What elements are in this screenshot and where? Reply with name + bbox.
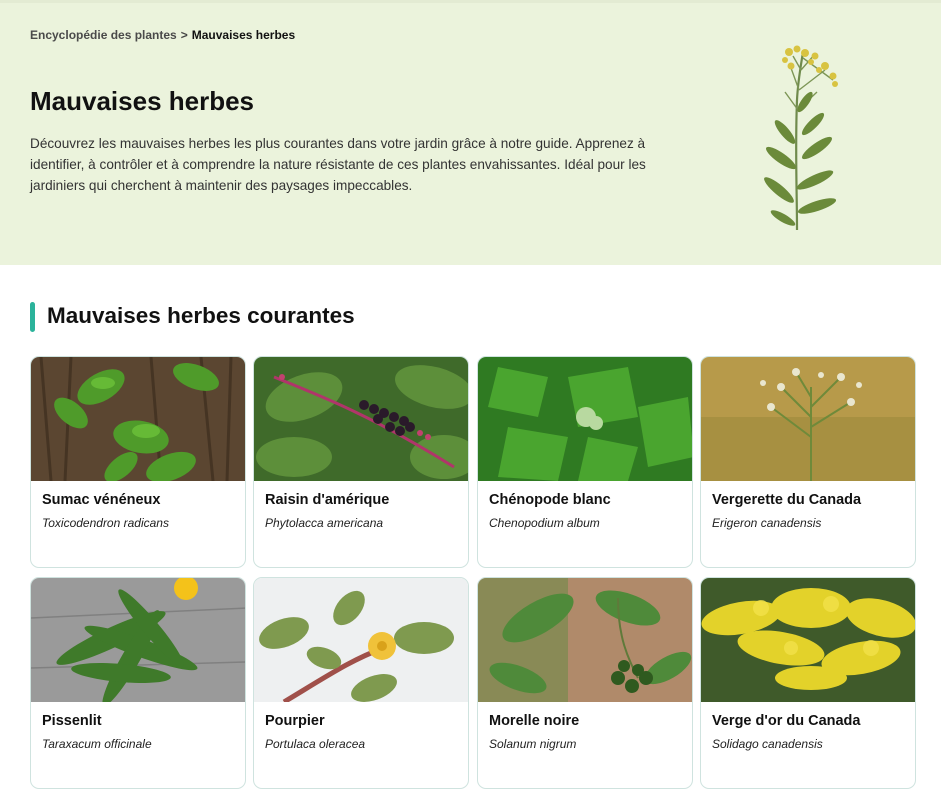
weed-name: Sumac vénéneux [42, 492, 161, 508]
weed-latin-name: Portulaca oleracea [265, 737, 366, 751]
pokeweed-photo-icon [254, 357, 468, 481]
purslane-photo-icon [254, 578, 468, 702]
poison-ivy-photo-icon [31, 357, 245, 481]
weed-latin-name: Taraxacum officinale [42, 737, 152, 751]
page-intro: Découvrez les mauvaises herbes les plus … [30, 136, 646, 193]
weed-latin-name: Erigeron canadensis [712, 516, 822, 530]
weed-plant-illustration-icon [745, 40, 860, 235]
top-divider [0, 0, 941, 3]
weed-name: Vergerette du Canada [712, 492, 862, 508]
weed-name: Verge d'or du Canada [712, 713, 861, 729]
weed-latin-name: Solanum nigrum [489, 737, 577, 751]
weed-card[interactable]: Raisin d'amérique Phytolacca americana [253, 356, 469, 568]
weed-card[interactable]: Vergerette du Canada Erigeron canadensis [700, 356, 916, 568]
weed-latin-name: Toxicodendron radicans [42, 516, 169, 530]
weed-name: Pissenlit [42, 713, 102, 729]
weed-name: Chénopode blanc [489, 492, 611, 508]
weed-latin-name: Solidago canadensis [712, 737, 823, 751]
weed-name: Pourpier [265, 713, 325, 729]
dandelion-photo-icon [31, 578, 245, 702]
weed-card[interactable]: Pourpier Portulaca oleracea [253, 577, 469, 789]
goldenrod-photo-icon [701, 578, 915, 702]
weed-card[interactable]: Verge d'or du Canada Solidago canadensis [700, 577, 916, 789]
hero-banner: Encyclopédie des plantes > Mauvaises herbe… [0, 0, 941, 265]
weed-name: Morelle noire [489, 713, 580, 729]
breadcrumb-current: Mauvaises herbes [191, 28, 296, 42]
section-title: Mauvaises herbes courantes [47, 303, 355, 328]
breadcrumb-separator: > [180, 28, 188, 42]
weed-card[interactable]: Pissenlit Taraxacum officinale [30, 577, 246, 789]
breadcrumb: Encyclopédie des plantes > Mauvaises herbe… [30, 28, 295, 42]
weed-card[interactable]: Chénopode blanc Chenopodium album [477, 356, 693, 568]
weed-latin-name: Chenopodium album [489, 516, 600, 530]
section-accent-bar [30, 302, 35, 332]
breadcrumb-home-link[interactable]: Encyclopédie des plantes [30, 28, 177, 42]
weed-card[interactable]: Sumac vénéneux Toxicodendron radicans [30, 356, 246, 568]
page-title: Mauvaises herbes [30, 86, 255, 116]
lambsquarters-photo-icon [478, 357, 692, 481]
weed-card[interactable]: Morelle noire Solanum nigrum [477, 577, 693, 789]
weed-name: Raisin d'amérique [265, 492, 390, 508]
nightshade-photo-icon [478, 578, 692, 702]
weed-latin-name: Phytolacca americana [265, 516, 384, 530]
horseweed-photo-icon [701, 357, 915, 481]
